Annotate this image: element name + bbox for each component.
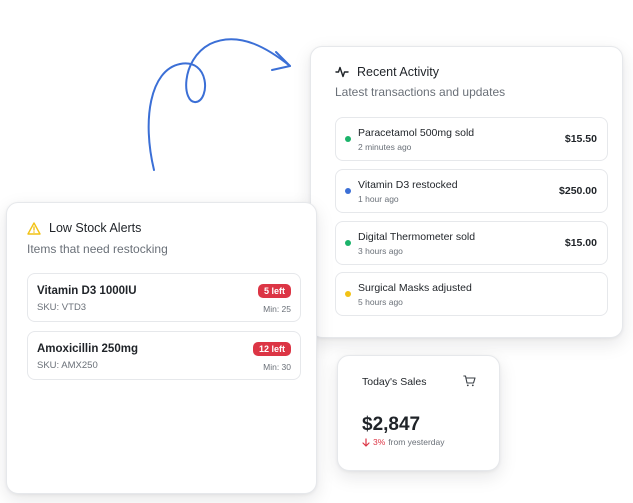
recent-activity-header: Recent Activity xyxy=(335,65,439,79)
activity-item[interactable]: Surgical Masks adjusted 5 hours ago xyxy=(335,272,608,316)
sales-change-percent: 3% xyxy=(373,437,386,447)
cart-icon xyxy=(463,375,476,387)
low-stock-title: Low Stock Alerts xyxy=(49,221,142,235)
activity-amount: $15.50 xyxy=(564,133,597,145)
activity-name: Vitamin D3 restocked xyxy=(358,179,458,191)
activity-time: 2 minutes ago xyxy=(358,142,412,152)
warning-triangle-icon xyxy=(27,221,41,235)
activity-amount: $250.00 xyxy=(559,185,597,197)
stock-item[interactable]: Vitamin D3 1000IU SKU: VTD3 5 left Min: … xyxy=(27,273,301,322)
stock-left-badge: 5 left xyxy=(257,284,291,298)
activity-time: 5 hours ago xyxy=(358,297,403,307)
sales-change-text: from yesterday xyxy=(388,437,445,447)
arrow-down-icon xyxy=(362,437,370,447)
todays-sales-title: Today's Sales xyxy=(362,376,427,388)
activity-name: Paracetamol 500mg sold xyxy=(358,127,475,139)
todays-sales-card: Today's Sales $2,847 3% from yesterday xyxy=(337,355,500,471)
product-sku: SKU: AMX250 xyxy=(37,360,98,371)
activity-item[interactable]: Vitamin D3 restocked 1 hour ago $250.00 xyxy=(335,169,608,213)
stock-left-badge: 12 left xyxy=(252,342,291,356)
status-dot-yellow xyxy=(345,291,351,297)
activity-name: Digital Thermometer sold xyxy=(358,231,476,243)
low-stock-card: Low Stock Alerts Items that need restock… xyxy=(6,202,317,494)
product-name: Amoxicillin 250mg xyxy=(37,343,138,355)
status-dot-green xyxy=(345,136,351,142)
minimum-stock: Min: 30 xyxy=(263,362,291,372)
sales-value: $2,847 xyxy=(362,414,421,435)
sales-change: 3% from yesterday xyxy=(362,437,445,447)
decorative-arrow-icon xyxy=(147,38,291,171)
recent-activity-card: Recent Activity Latest transactions and … xyxy=(310,46,623,338)
activity-item[interactable]: Digital Thermometer sold 3 hours ago $15… xyxy=(335,221,608,265)
low-stock-subtitle: Items that need restocking xyxy=(27,242,168,256)
stock-item[interactable]: Amoxicillin 250mg SKU: AMX250 12 left Mi… xyxy=(27,331,301,380)
status-dot-blue xyxy=(345,188,351,194)
activity-amount: $15.00 xyxy=(564,237,597,249)
status-dot-green xyxy=(345,240,351,246)
activity-name: Surgical Masks adjusted xyxy=(358,282,472,294)
product-sku: SKU: VTD3 xyxy=(37,302,87,313)
product-name: Vitamin D3 1000IU xyxy=(37,285,137,297)
recent-activity-subtitle: Latest transactions and updates xyxy=(335,85,506,99)
activity-time: 1 hour ago xyxy=(358,194,399,204)
low-stock-header: Low Stock Alerts xyxy=(27,221,141,235)
minimum-stock: Min: 25 xyxy=(263,304,291,314)
activity-pulse-icon xyxy=(335,66,349,78)
activity-time: 3 hours ago xyxy=(358,246,403,256)
recent-activity-title: Recent Activity xyxy=(357,65,439,79)
activity-item[interactable]: Paracetamol 500mg sold 2 minutes ago $15… xyxy=(335,117,608,161)
